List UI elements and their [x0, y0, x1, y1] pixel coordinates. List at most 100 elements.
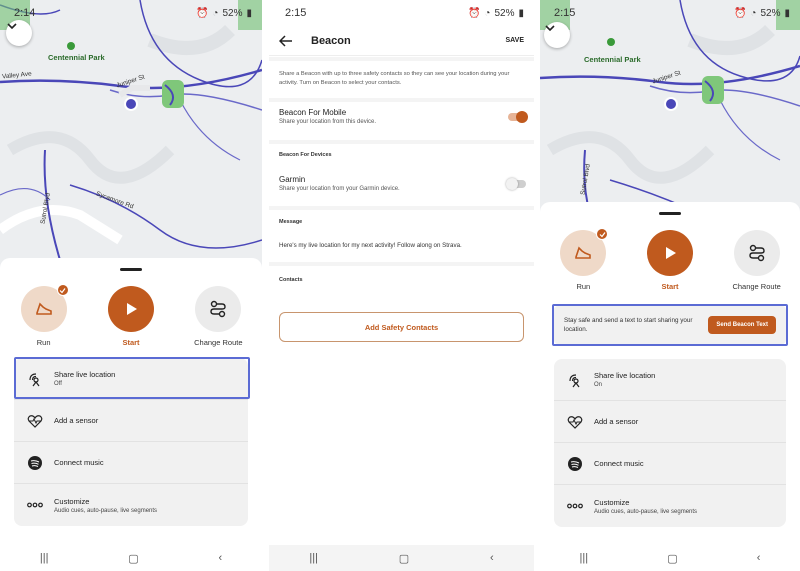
beacon-mobile-toggle[interactable] [508, 111, 528, 123]
recents-icon[interactable]: ||| [309, 552, 318, 564]
shoe-icon [35, 302, 52, 315]
change-route-button[interactable]: Change Route [717, 230, 797, 291]
home-icon[interactable]: ▢ [667, 552, 677, 565]
wifi-icon: ◔ [484, 7, 491, 19]
spotify-icon [26, 454, 44, 472]
status-bar: 2:14 ⏰ ◔ 52% ▮ [0, 0, 262, 26]
menu-item-title: Customize [54, 496, 90, 506]
shoe-icon [575, 246, 592, 259]
more-icon [26, 496, 44, 514]
home-icon[interactable]: ▢ [128, 552, 138, 565]
map-view[interactable]: Centennial Park Juniper St Sutrol Blvd 2… [540, 0, 800, 214]
menu-item-share-live-location[interactable]: Share live location On [554, 359, 786, 401]
home-icon[interactable]: ▢ [399, 552, 409, 565]
system-nav-bar: ||| ▢ ‹ [540, 545, 800, 571]
garmin-row: Garmin Share your location from your Gar… [279, 175, 524, 192]
divider [269, 57, 534, 61]
screen-beacon-settings: 2:15 ⏰ ◔ 52% ▮ Beacon SAVE Share a Beacon w… [269, 0, 534, 571]
menu-item-title: Share live location [594, 371, 656, 380]
menu-item-connect-music[interactable]: Connect music [554, 443, 786, 485]
back-icon[interactable]: ‹ [757, 552, 761, 564]
menu-item-title: Connect music [54, 458, 104, 467]
sport-button[interactable]: Run [543, 228, 623, 291]
section-header: Message [279, 219, 303, 225]
row-title: Beacon For Mobile [279, 108, 347, 117]
start-button[interactable]: Start [630, 230, 710, 291]
battery-icon: ▮ [518, 7, 524, 19]
section-header: Beacon For Devices [279, 152, 332, 158]
back-icon[interactable]: ‹ [218, 552, 222, 564]
route-circle [195, 286, 242, 332]
park-label: Centennial Park [584, 55, 641, 64]
sheet-grabber[interactable] [120, 268, 142, 271]
recents-icon[interactable]: ||| [40, 552, 49, 564]
menu-item-customize[interactable]: Customize Audio cues, auto-pause, live se… [14, 484, 248, 526]
sport-circle [20, 284, 69, 332]
play-icon [665, 247, 676, 259]
record-sheet: Run Start Change Route Stay safe and sen… [540, 202, 800, 571]
menu-item-add-sensor[interactable]: Add a sensor [554, 401, 786, 443]
back-icon[interactable]: ‹ [490, 552, 494, 564]
battery-icon: ▮ [784, 7, 790, 19]
park-label: Centennial Park [48, 53, 105, 62]
battery-icon: ▮ [246, 7, 252, 19]
route-icon [210, 300, 227, 318]
screen-record-off: Centennial Park Valley Ave Juniper St Su… [0, 0, 262, 571]
divider [269, 206, 534, 210]
divider [269, 262, 534, 266]
start-button[interactable]: Start [91, 286, 171, 347]
battery-level: 52% [222, 7, 243, 19]
menu-item-connect-music[interactable]: Connect music [14, 442, 248, 484]
alarm-icon: ⏰ [467, 7, 481, 19]
start-circle [107, 286, 154, 332]
add-safety-contacts-button[interactable]: Add Safety Contacts [279, 312, 524, 342]
section-header: Contacts [279, 277, 303, 283]
beacon-description: Share a Beacon with up to three safety c… [279, 71, 510, 86]
menu-item-title: Add a sensor [54, 416, 99, 425]
menu-item-add-sensor[interactable]: Add a sensor [14, 400, 248, 442]
back-arrow-icon[interactable] [279, 34, 293, 47]
sheet-grabber[interactable] [659, 212, 681, 215]
action-label: Change Route [194, 338, 243, 347]
menu-item-title: Connect music [594, 459, 644, 468]
route-circle [733, 230, 780, 276]
collapse-button[interactable] [6, 20, 32, 46]
system-nav-bar: ||| ▢ ‹ [0, 545, 262, 571]
save-button[interactable]: SAVE [505, 37, 524, 44]
route-icon [748, 244, 765, 262]
garmin-toggle[interactable] [506, 178, 526, 190]
check-badge [56, 284, 69, 296]
map-view[interactable]: Centennial Park Valley Ave Juniper St Su… [0, 0, 262, 270]
action-label: Start [661, 282, 679, 291]
record-sheet: Run Start Change Route Share live locati… [0, 258, 262, 571]
spotify-icon [566, 455, 584, 473]
more-icon [566, 497, 584, 515]
highlight-box [552, 304, 788, 346]
menu-item-title: Add a sensor [594, 417, 639, 426]
status-time: 2:15 [554, 7, 576, 19]
wifi-icon: ◔ [750, 7, 757, 19]
sport-circle [560, 228, 609, 276]
message-field[interactable]: Here's my live location for my next acti… [279, 242, 524, 249]
map-graphic [540, 0, 800, 214]
menu-item-customize[interactable]: Customize Audio cues, auto-pause, live se… [554, 485, 786, 527]
page-title: Beacon [311, 34, 351, 47]
chevron-down-icon [545, 25, 555, 32]
map-graphic [0, 0, 262, 270]
battery-level: 52% [494, 7, 515, 19]
collapse-button[interactable] [544, 22, 570, 48]
sport-button[interactable]: Run [4, 284, 84, 347]
beacon-header: Beacon SAVE [269, 26, 534, 56]
change-route-button[interactable]: Change Route [178, 286, 258, 347]
divider [269, 98, 534, 102]
highlight-box [14, 357, 250, 399]
recents-icon[interactable]: ||| [580, 552, 589, 564]
play-icon [126, 303, 137, 315]
check-icon [599, 231, 606, 237]
alarm-icon: ⏰ [195, 7, 209, 19]
menu-item-sub: Audio cues, auto-pause, live segments [54, 507, 158, 514]
action-label: Start [122, 338, 140, 347]
check-icon [59, 287, 66, 293]
divider [269, 140, 534, 144]
check-badge [596, 228, 609, 240]
